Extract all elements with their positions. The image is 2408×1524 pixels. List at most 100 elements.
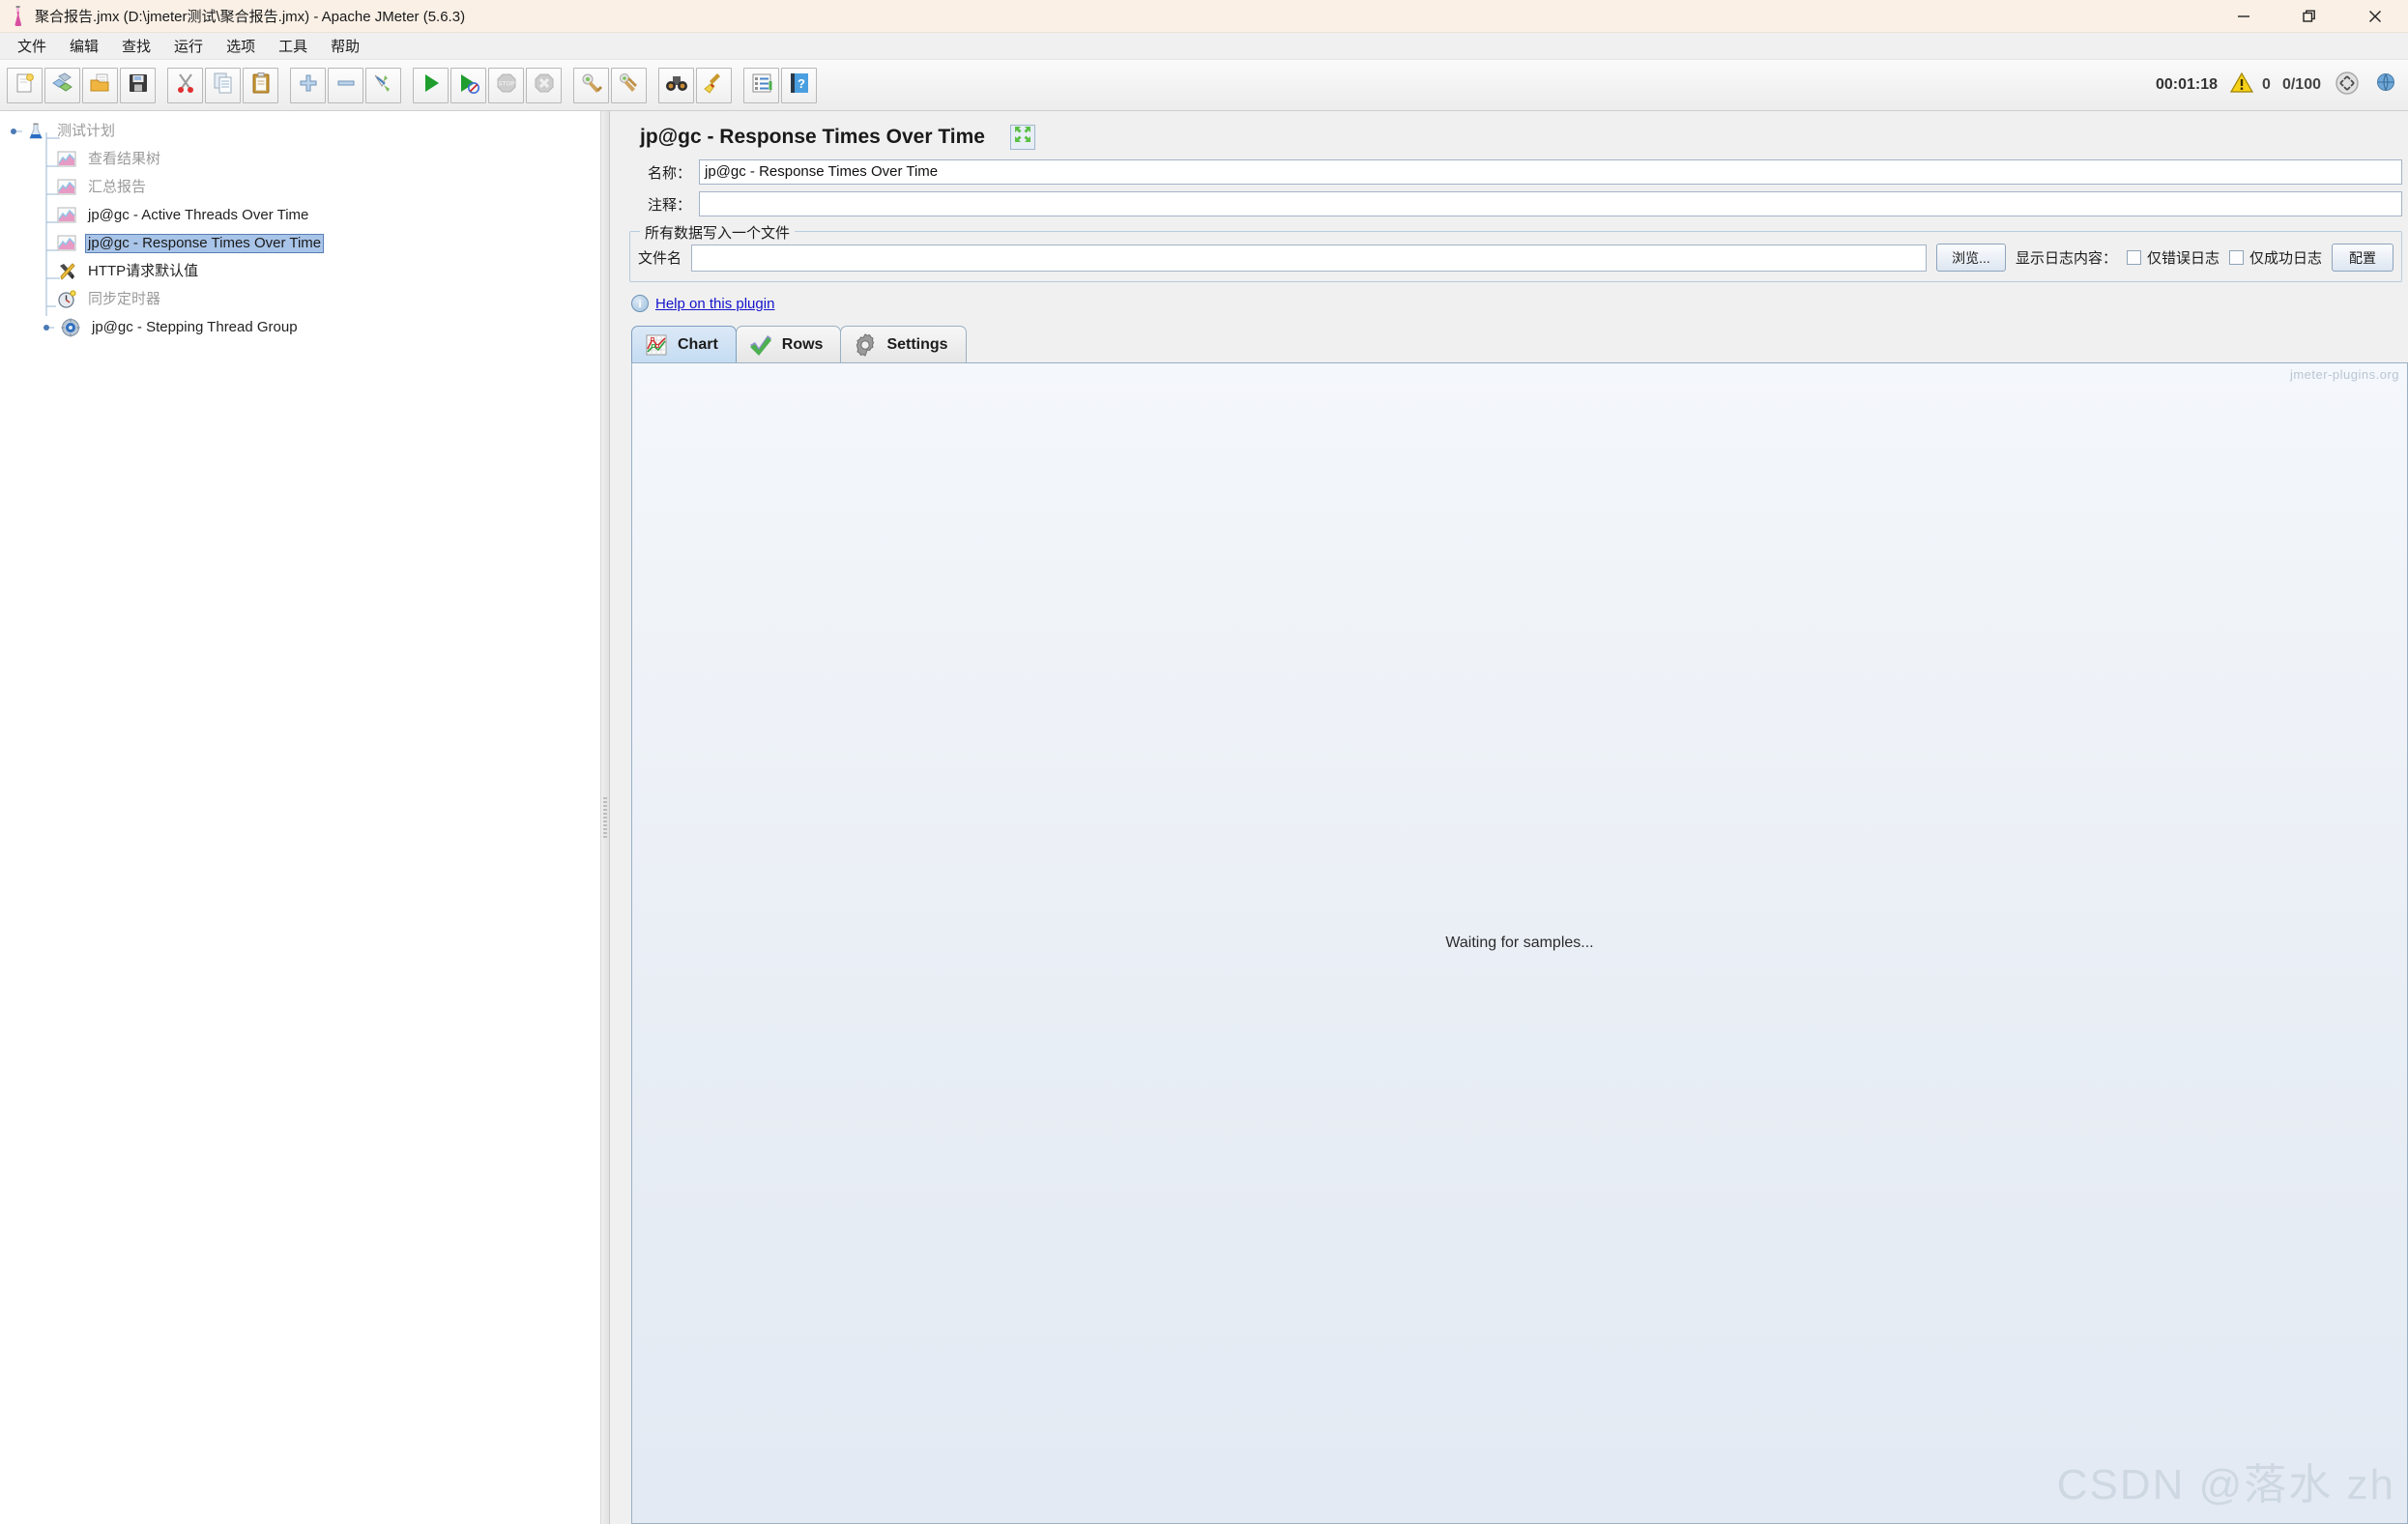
shutdown-button[interactable] (526, 67, 562, 103)
copy-button[interactable] (205, 67, 241, 103)
toolbar-clipboard-group (166, 67, 279, 103)
info-icon: i (631, 295, 649, 312)
menu-run[interactable]: 运行 (164, 33, 213, 59)
tree-label: 汇总报告 (88, 178, 147, 195)
graph-listener-icon (56, 150, 77, 169)
menu-tools[interactable]: 工具 (269, 33, 317, 59)
comment-input[interactable] (699, 191, 2402, 216)
chart-canvas[interactable]: jmeter-plugins.org Waiting for samples..… (631, 362, 2408, 1524)
success-only-checkbox[interactable] (2228, 250, 2244, 265)
remote-engines-button[interactable] (2333, 69, 2362, 102)
tree-node-response-times-over-time[interactable]: jp@gc - Response Times Over Time (0, 229, 600, 257)
window-title: 聚合报告.jmx (D:\jmeter测试\聚合报告.jmx) - Apache… (35, 9, 466, 25)
menu-help[interactable]: 帮助 (321, 33, 369, 59)
tab-chart[interactable]: Chart (631, 326, 737, 362)
errors-only-checkbox-wrap[interactable]: 仅错误日志 (2126, 247, 2219, 268)
clear-all-icon (618, 72, 641, 100)
expand-panel-button[interactable] (1010, 125, 1035, 150)
menu-edit[interactable]: 编辑 (60, 33, 108, 59)
success-only-checkbox-wrap[interactable]: 仅成功日志 (2228, 247, 2322, 268)
clear-icon (580, 72, 603, 100)
main-split: 测试计划 查看结果树 汇总报告 jp@gc - Active Threads O… (0, 111, 2408, 1524)
binoculars-icon (665, 72, 688, 100)
chart-status-text: Waiting for samples... (1445, 935, 1594, 951)
filename-label: 文件名 (638, 250, 682, 267)
errors-only-checkbox[interactable] (2126, 250, 2141, 265)
test-plan-tree: 测试计划 查看结果树 汇总报告 jp@gc - Active Threads O… (0, 117, 600, 341)
cut-button[interactable] (167, 67, 203, 103)
open-icon (89, 72, 112, 100)
tree-node-summary-report[interactable]: 汇总报告 (0, 173, 600, 201)
save-button[interactable] (120, 67, 156, 103)
tree-node-test-plan[interactable]: 测试计划 (0, 117, 600, 145)
svg-text:STOP: STOP (498, 80, 515, 87)
csdn-watermark: CSDN @落水 zh (2056, 1461, 2395, 1509)
menu-options[interactable]: 选项 (217, 33, 265, 59)
broom-icon (703, 72, 726, 100)
expander-expanded-icon[interactable] (8, 123, 25, 140)
tree-node-http-defaults[interactable]: HTTP请求默认值 (0, 257, 600, 285)
warning-triangle-icon (2229, 72, 2254, 100)
tree-node-view-results-tree[interactable]: 查看结果树 (0, 145, 600, 173)
help-on-plugin-row: i Help on this plugin (631, 295, 2408, 312)
minimize-button[interactable] (2211, 0, 2277, 33)
error-count: 0 (2262, 76, 2271, 93)
help-button[interactable]: ? (781, 67, 817, 103)
split-divider[interactable] (601, 111, 610, 1524)
errors-only-label: 仅错误日志 (2146, 250, 2219, 267)
expander-expanded-icon[interactable] (41, 319, 58, 336)
help-on-plugin-link[interactable]: Help on this plugin (655, 296, 774, 312)
tree-node-sync-timer[interactable]: 同步定时器 (0, 285, 600, 313)
toolbar-status-area: 00:01:18 0 0/100 (2156, 69, 2402, 102)
test-plan-tree-pane[interactable]: 测试计划 查看结果树 汇总报告 jp@gc - Active Threads O… (0, 111, 601, 1524)
templates-button[interactable] (44, 67, 80, 103)
toolbar-run-group: STOP (412, 67, 563, 103)
close-button[interactable] (2342, 0, 2408, 33)
minus-icon (334, 72, 358, 100)
reset-search-button[interactable] (696, 67, 732, 103)
active-threads-count: 0/100 (2281, 76, 2321, 93)
new-icon (14, 72, 37, 100)
remote-start-icon[interactable] (2373, 71, 2398, 101)
configure-button[interactable]: 配置 (2332, 244, 2393, 272)
log-display-label: 显示日志内容： (2015, 250, 2117, 267)
tree-label: HTTP请求默认值 (88, 262, 199, 279)
filename-row: 文件名 浏览... 显示日志内容： 仅错误日志 仅成功日志 配置 (638, 244, 2393, 272)
tree-label: 查看结果树 (88, 150, 161, 167)
toggle-button[interactable] (365, 67, 401, 103)
menu-search[interactable]: 查找 (112, 33, 160, 59)
menu-bar: 文件 编辑 查找 运行 选项 工具 帮助 (0, 33, 2408, 60)
svg-text:?: ? (798, 76, 805, 91)
tab-rows[interactable]: Rows (735, 326, 842, 362)
new-button[interactable] (7, 67, 43, 103)
warning-indicator[interactable]: 0 (2229, 72, 2271, 100)
chart-icon (644, 332, 669, 358)
collapse-all-button[interactable] (328, 67, 363, 103)
start-no-pause-button[interactable] (450, 67, 486, 103)
tab-label: Rows (781, 335, 824, 353)
tree-node-stepping-thread-group[interactable]: jp@gc - Stepping Thread Group (0, 313, 600, 341)
expand-all-button[interactable] (290, 67, 326, 103)
tab-label: Settings (886, 335, 948, 353)
name-input[interactable]: jp@gc - Response Times Over Time (699, 159, 2402, 185)
tab-settings[interactable]: Settings (840, 326, 967, 362)
graph-listener-icon (56, 206, 77, 225)
maximize-restore-button[interactable] (2277, 0, 2342, 33)
start-button[interactable] (413, 67, 449, 103)
menu-file[interactable]: 文件 (8, 33, 56, 59)
http-defaults-icon (56, 262, 77, 281)
clear-all-button[interactable] (611, 67, 647, 103)
open-button[interactable] (82, 67, 118, 103)
toolbar-tree-group (289, 67, 402, 103)
tree-node-active-threads-over-time[interactable]: jp@gc - Active Threads Over Time (0, 201, 600, 229)
clear-button[interactable] (573, 67, 609, 103)
tree-label-selected: jp@gc - Response Times Over Time (85, 233, 325, 253)
stop-button[interactable]: STOP (488, 67, 524, 103)
browse-button[interactable]: 浏览... (1935, 244, 2006, 272)
paste-button[interactable] (243, 67, 278, 103)
filename-input[interactable] (691, 244, 1927, 272)
name-row: 名称： jp@gc - Response Times Over Time (629, 159, 2402, 185)
function-helper-button[interactable] (743, 67, 779, 103)
tree-label: 测试计划 (57, 122, 116, 139)
search-button[interactable] (658, 67, 694, 103)
